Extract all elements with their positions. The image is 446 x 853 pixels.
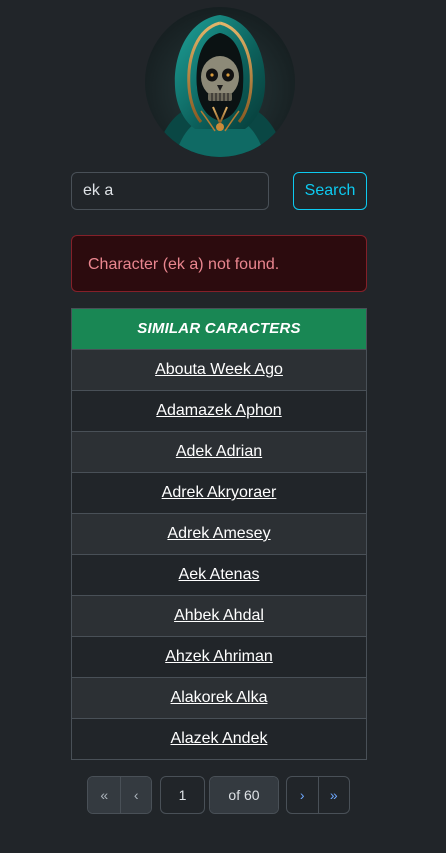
table-row: Ahbek Ahdal [72,596,366,637]
pagination-back-group: « ‹ [87,776,152,814]
table-header: SIMILAR CARACTERS [72,309,366,350]
current-page-number: 1 [178,787,187,803]
last-page-button[interactable]: » [317,777,350,813]
next-page-button[interactable]: › [287,777,318,813]
first-page-button[interactable]: « [88,777,121,813]
character-link[interactable]: Adrek Amesey [167,525,270,542]
character-link[interactable]: Aek Atenas [179,566,260,583]
avatar [145,7,295,157]
page: Search Character (ek a) not found. SIMIL… [0,0,446,853]
search-input[interactable] [71,172,269,210]
table-row: Adamazek Aphon [72,391,366,432]
table-row: Adrek Akryoraer [72,473,366,514]
similar-characters-table: SIMILAR CARACTERS Abouta Week Ago Adamaz… [71,308,367,760]
table-row: Aek Atenas [72,555,366,596]
character-link[interactable]: Adrek Akryoraer [162,484,277,501]
table-row: Adek Adrian [72,432,366,473]
table-row: Alakorek Alka [72,678,366,719]
search-button[interactable]: Search [293,172,367,210]
character-link[interactable]: Alazek Andek [171,730,268,747]
current-page-box: 1 [160,776,205,814]
page-total-box: of 60 [209,776,279,814]
character-link[interactable]: Alakorek Alka [171,689,268,706]
hooded-skull-avatar-image [145,7,295,157]
character-link[interactable]: Adek Adrian [176,443,262,460]
previous-page-button[interactable]: ‹ [120,777,151,813]
table-row: Abouta Week Ago [72,350,366,391]
character-link[interactable]: Ahbek Ahdal [174,607,264,624]
character-link[interactable]: Abouta Week Ago [155,361,283,378]
not-found-alert: Character (ek a) not found. [71,235,367,292]
table-row: Alazek Andek [72,719,366,759]
character-link[interactable]: Adamazek Aphon [156,402,281,419]
table-row: Adrek Amesey [72,514,366,555]
table-row: Ahzek Ahriman [72,637,366,678]
page-total-label: of 60 [210,777,278,813]
pagination-forward-group: › » [286,776,350,814]
character-link[interactable]: Ahzek Ahriman [165,648,273,665]
